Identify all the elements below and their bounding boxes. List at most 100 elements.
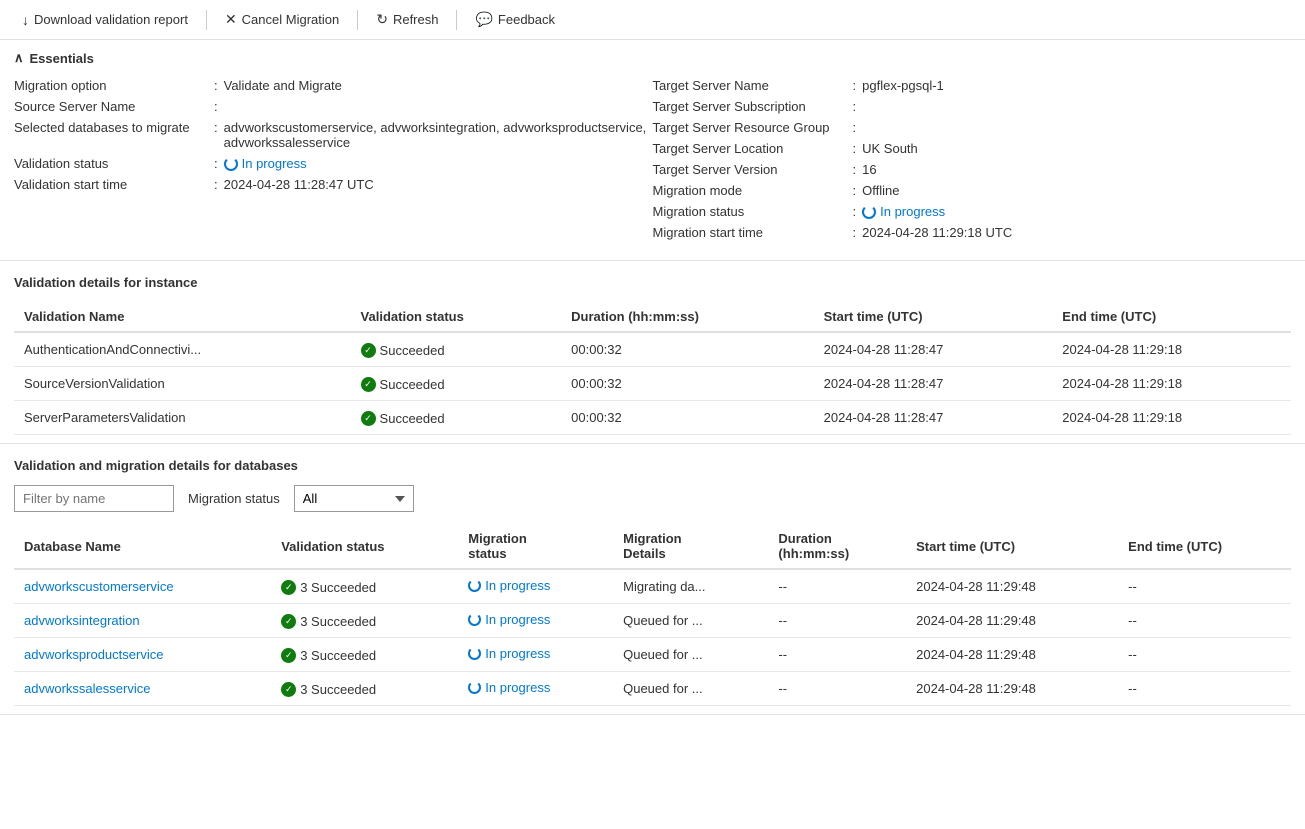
db-in-progress-badge: In progress — [468, 680, 550, 695]
validation-status-row: Validation status : In progress — [14, 156, 653, 171]
db-end-cell: -- — [1118, 604, 1291, 638]
db-migration-status-cell: In progress — [458, 569, 613, 604]
start-time-cell: 2024-04-28 11:28:47 — [814, 332, 1053, 367]
db-start-cell: 2024-04-28 11:29:48 — [906, 672, 1118, 706]
target-rg-row: Target Server Resource Group : — [653, 120, 1292, 135]
validation-status-value: In progress — [224, 156, 307, 171]
db-succeeded-badge: ✓ 3 Succeeded — [281, 682, 376, 697]
database-tbody: advworkscustomerservice ✓ 3 Succeeded In… — [14, 569, 1291, 706]
db-spinner — [468, 579, 481, 592]
col-validation-name: Validation Name — [14, 302, 351, 332]
cancel-button[interactable]: ✕ Cancel Migration — [215, 6, 349, 33]
database-thead: Database Name Validation status Migratio… — [14, 524, 1291, 569]
db-check-icon: ✓ — [281, 580, 296, 595]
essentials-section: ∧ Essentials Migration option : Validate… — [0, 40, 1305, 261]
database-header-row: Database Name Validation status Migratio… — [14, 524, 1291, 569]
target-version-value: 16 — [862, 162, 876, 177]
db-check-icon: ✓ — [281, 682, 296, 697]
refresh-icon: ↻ — [376, 11, 388, 28]
start-time-cell: 2024-04-28 11:28:47 — [814, 401, 1053, 435]
col-db-name: Database Name — [14, 524, 271, 569]
table-row: advworksintegration ✓ 3 Succeeded In pro… — [14, 604, 1291, 638]
validation-name-cell: ServerParametersValidation — [14, 401, 351, 435]
duration-cell: 00:00:32 — [561, 332, 813, 367]
essentials-right: Target Server Name : pgflex-pgsql-1 Targ… — [653, 78, 1292, 246]
refresh-label: Refresh — [393, 12, 439, 27]
migration-status-select[interactable]: All — [294, 485, 414, 512]
validation-start-value: 2024-04-28 11:28:47 UTC — [224, 177, 374, 192]
succeeded-badge: ✓ Succeeded — [361, 411, 445, 426]
db-validation-status-cell: ✓ 3 Succeeded — [271, 604, 458, 638]
validation-start-label: Validation start time — [14, 177, 214, 192]
db-name-cell[interactable]: advworksintegration — [14, 604, 271, 638]
cancel-icon: ✕ — [225, 11, 237, 28]
db-validation-status-cell: ✓ 3 Succeeded — [271, 638, 458, 672]
db-link[interactable]: advworkscustomerservice — [24, 579, 174, 594]
db-check-icon: ✓ — [281, 614, 296, 629]
table-row: AuthenticationAndConnectivi... ✓ Succeed… — [14, 332, 1291, 367]
target-sub-label: Target Server Subscription — [653, 99, 853, 114]
migration-option-value: Validate and Migrate — [224, 78, 342, 93]
db-succeeded-badge: ✓ 3 Succeeded — [281, 580, 376, 595]
db-link[interactable]: advworksintegration — [24, 613, 140, 628]
filter-input[interactable] — [14, 485, 174, 512]
migration-status-row: Migration status : In progress — [653, 204, 1292, 219]
database-table: Database Name Validation status Migratio… — [14, 524, 1291, 706]
col-db-start-time: Start time (UTC) — [906, 524, 1118, 569]
migration-start-value: 2024-04-28 11:29:18 UTC — [862, 225, 1012, 240]
check-icon: ✓ — [361, 343, 376, 358]
divider-1 — [206, 10, 207, 30]
target-location-value: UK South — [862, 141, 918, 156]
db-name-cell[interactable]: advworkssalesservice — [14, 672, 271, 706]
collapse-icon: ∧ — [14, 50, 24, 66]
db-duration-cell: -- — [768, 672, 906, 706]
db-duration-cell: -- — [768, 604, 906, 638]
end-time-cell: 2024-04-28 11:29:18 — [1052, 332, 1291, 367]
db-link[interactable]: advworkssalesservice — [24, 681, 150, 696]
download-button[interactable]: ↓ Download validation report — [12, 7, 198, 33]
validation-instance-thead: Validation Name Validation status Durati… — [14, 302, 1291, 332]
db-in-progress-badge: In progress — [468, 646, 550, 661]
check-icon: ✓ — [361, 411, 376, 426]
refresh-button[interactable]: ↻ Refresh — [366, 6, 448, 33]
start-time-cell: 2024-04-28 11:28:47 — [814, 367, 1053, 401]
table-row: advworksproductservice ✓ 3 Succeeded In … — [14, 638, 1291, 672]
database-section-title: Validation and migration details for dat… — [14, 458, 1291, 473]
col-db-migration-status: Migrationstatus — [458, 524, 613, 569]
validation-spinner — [224, 157, 238, 171]
source-server-row: Source Server Name : — [14, 99, 653, 114]
filter-area: Migration status All — [14, 485, 1291, 512]
toolbar: ↓ Download validation report ✕ Cancel Mi… — [0, 0, 1305, 40]
divider-2 — [357, 10, 358, 30]
duration-cell: 00:00:32 — [561, 401, 813, 435]
db-spinner — [468, 647, 481, 660]
target-location-label: Target Server Location — [653, 141, 853, 156]
validation-name-cell: AuthenticationAndConnectivi... — [14, 332, 351, 367]
col-db-end-time: End time (UTC) — [1118, 524, 1291, 569]
validation-status-cell: ✓ Succeeded — [351, 401, 562, 435]
db-end-cell: -- — [1118, 672, 1291, 706]
download-label: Download validation report — [34, 12, 188, 27]
db-in-progress-badge: In progress — [468, 578, 550, 593]
db-duration-cell: -- — [768, 569, 906, 604]
cancel-label: Cancel Migration — [242, 12, 340, 27]
database-section: Validation and migration details for dat… — [0, 444, 1305, 715]
migration-option-row: Migration option : Validate and Migrate — [14, 78, 653, 93]
db-link[interactable]: advworksproductservice — [24, 647, 163, 662]
selected-db-row: Selected databases to migrate : advworks… — [14, 120, 653, 150]
migration-mode-value: Offline — [862, 183, 899, 198]
table-row: advworkscustomerservice ✓ 3 Succeeded In… — [14, 569, 1291, 604]
db-name-cell[interactable]: advworkscustomerservice — [14, 569, 271, 604]
target-server-name-label: Target Server Name — [653, 78, 853, 93]
succeeded-badge: ✓ Succeeded — [361, 377, 445, 392]
db-start-cell: 2024-04-28 11:29:48 — [906, 604, 1118, 638]
validation-instance-header-row: Validation Name Validation status Durati… — [14, 302, 1291, 332]
col-db-duration: Duration(hh:mm:ss) — [768, 524, 906, 569]
db-duration-cell: -- — [768, 638, 906, 672]
migration-status-value: In progress — [862, 204, 945, 219]
essentials-header[interactable]: ∧ Essentials — [14, 50, 1291, 66]
feedback-button[interactable]: 💬 Feedback — [465, 6, 565, 33]
col-end-time: End time (UTC) — [1052, 302, 1291, 332]
migration-mode-row: Migration mode : Offline — [653, 183, 1292, 198]
db-name-cell[interactable]: advworksproductservice — [14, 638, 271, 672]
